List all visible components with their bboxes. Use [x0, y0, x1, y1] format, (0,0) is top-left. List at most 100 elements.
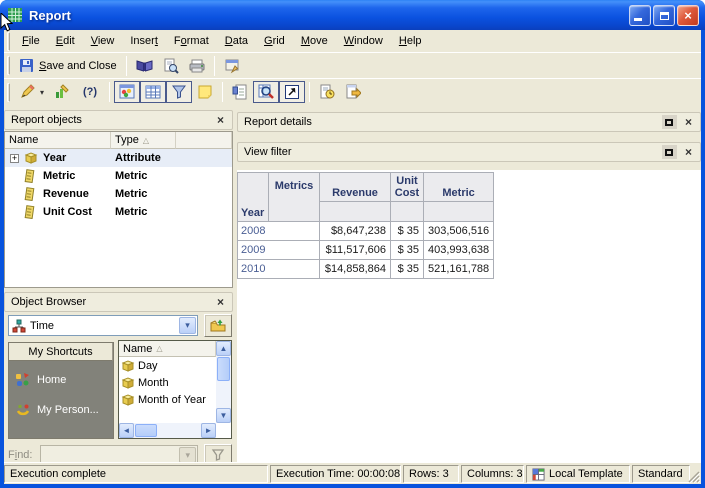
status-template: Local Template	[526, 465, 630, 483]
save-and-close-button[interactable]: Save and Close	[14, 55, 122, 77]
resize-grip[interactable]	[687, 470, 700, 483]
print-preview-button[interactable]	[158, 55, 184, 77]
toolbar-grip[interactable]	[7, 82, 10, 102]
attribute-cube-icon	[121, 359, 135, 372]
menu-view[interactable]: View	[83, 32, 123, 50]
maximize-button[interactable]	[653, 5, 675, 26]
tree-row-unit-cost[interactable]: Unit Cost Metric	[5, 203, 232, 221]
report-objects-button[interactable]	[227, 81, 253, 103]
menu-file[interactable]: File	[14, 32, 48, 50]
cell-revenue[interactable]: $11,517,606	[319, 240, 391, 260]
titlebar[interactable]: Report ×	[0, 0, 705, 30]
shortcuts-header[interactable]: My Shortcuts	[9, 343, 113, 361]
scrollbar-thumb[interactable]	[217, 357, 230, 381]
maximize-panel-icon[interactable]	[661, 145, 677, 159]
shortcut-label: Home	[37, 374, 67, 386]
name-column-header[interactable]: Name	[5, 132, 111, 149]
toolbar-separator	[125, 55, 127, 76]
window-title: Report	[29, 7, 71, 23]
export-button[interactable]	[340, 81, 366, 103]
menu-format[interactable]: Format	[166, 32, 217, 50]
cell-revenue[interactable]: $14,858,864	[319, 259, 391, 279]
scroll-track[interactable]	[216, 382, 231, 408]
column-header-metric[interactable]: Metric	[422, 172, 495, 202]
cell-revenue[interactable]: $8,647,238	[319, 221, 391, 241]
grid-view-toggle[interactable]	[140, 81, 167, 103]
tree-row-metric[interactable]: Metric Metric	[5, 167, 232, 185]
toolbar-grip[interactable]	[7, 56, 10, 75]
design-pencil-icon	[21, 84, 35, 98]
scroll-down-icon[interactable]: ▼	[216, 408, 231, 423]
object-name: Metric	[43, 170, 76, 182]
report-objects-header[interactable]: Report objects ×	[4, 110, 233, 130]
folder-up-button[interactable]	[204, 314, 232, 337]
print-button[interactable]	[184, 55, 210, 77]
menu-help[interactable]: Help	[391, 32, 430, 50]
column-header-revenue[interactable]: Revenue	[319, 172, 391, 202]
report-details-panel[interactable]: Report details ×	[237, 112, 701, 132]
list-item-day[interactable]: Day	[119, 357, 216, 374]
view-filter-panel[interactable]: View filter ×	[237, 142, 701, 162]
menu-window[interactable]: Window	[336, 32, 391, 50]
object-browser-header[interactable]: Object Browser ×	[4, 292, 233, 312]
maximize-panel-icon[interactable]	[661, 115, 677, 129]
expand-icon[interactable]: +	[10, 153, 19, 163]
menu-move[interactable]: Move	[293, 32, 336, 50]
cell-metric[interactable]: 303,506,516	[422, 221, 495, 241]
scrollbar-thumb[interactable]	[135, 424, 157, 437]
cell-unit-cost[interactable]: $ 35	[390, 240, 424, 260]
menu-insert[interactable]: Insert	[122, 32, 166, 50]
row-header-year[interactable]: 2010	[237, 259, 320, 279]
column-axis-header[interactable]: Metrics	[268, 172, 320, 222]
menubar-grip[interactable]	[7, 31, 10, 51]
save-icon	[20, 58, 33, 72]
hierarchy-select[interactable]: Time ▾	[8, 315, 198, 336]
cell-metric[interactable]: 521,161,788	[422, 259, 495, 279]
close-panel-icon[interactable]: ×	[683, 115, 694, 129]
type-column-header[interactable]: Type △	[111, 132, 176, 149]
minimize-button[interactable]	[629, 5, 651, 26]
list-item-month-of-year[interactable]: Month of Year	[119, 391, 216, 408]
zoom-toggle[interactable]	[253, 81, 280, 103]
cell-unit-cost[interactable]: $ 35	[390, 221, 424, 241]
design-view-toggle[interactable]	[114, 81, 141, 103]
tree-row-year[interactable]: + Year Attribute	[5, 149, 232, 167]
find-label: Find:	[8, 449, 33, 461]
notes-button[interactable]	[192, 81, 218, 103]
scroll-left-icon[interactable]: ◄	[119, 423, 134, 438]
shortcut-my-personal[interactable]: My Person...	[9, 391, 113, 421]
scroll-right-icon[interactable]: ►	[201, 423, 216, 438]
cell-metric[interactable]: 403,993,638	[422, 240, 495, 260]
properties-button[interactable]	[219, 55, 245, 77]
menu-edit[interactable]: Edit	[48, 32, 83, 50]
scroll-track[interactable]	[158, 423, 201, 438]
row-axis-header[interactable]: Year	[237, 172, 269, 222]
close-button[interactable]: ×	[677, 5, 699, 26]
column-header-unit-cost[interactable]: Unit Cost	[390, 172, 424, 202]
menu-data[interactable]: Data	[217, 32, 256, 50]
menu-grid[interactable]: Grid	[256, 32, 293, 50]
components-button[interactable]	[131, 55, 158, 77]
dropdown-arrow-icon[interactable]: ▾	[179, 317, 196, 334]
history-button[interactable]	[314, 81, 340, 103]
tree-row-revenue[interactable]: Revenue Metric	[5, 185, 232, 203]
design-mode-button[interactable]: ▾	[14, 81, 49, 103]
list-name-column-header[interactable]: Name △	[119, 341, 216, 357]
list-item-month[interactable]: Month	[119, 374, 216, 391]
note-icon	[198, 85, 212, 99]
view-filter-toggle[interactable]	[166, 81, 193, 103]
client-area: File Edit View Insert Format Data Grid M…	[4, 30, 701, 484]
close-panel-icon[interactable]: ×	[215, 113, 226, 127]
close-panel-icon[interactable]: ×	[215, 295, 226, 309]
row-header-year[interactable]: 2008	[237, 221, 320, 241]
cell-unit-cost[interactable]: $ 35	[390, 259, 424, 279]
edit-graph-button[interactable]	[49, 81, 75, 103]
vertical-scrollbar[interactable]: ▲ ▼	[216, 341, 231, 423]
shortcut-home[interactable]: Home	[9, 361, 113, 391]
close-panel-icon[interactable]: ×	[683, 145, 694, 159]
row-header-year[interactable]: 2009	[237, 240, 320, 260]
horizontal-scrollbar[interactable]: ◄ ►	[119, 423, 216, 438]
autofit-toggle[interactable]	[279, 81, 306, 103]
scroll-up-icon[interactable]: ▲	[216, 341, 231, 356]
context-help-button[interactable]: (?)	[75, 83, 105, 101]
